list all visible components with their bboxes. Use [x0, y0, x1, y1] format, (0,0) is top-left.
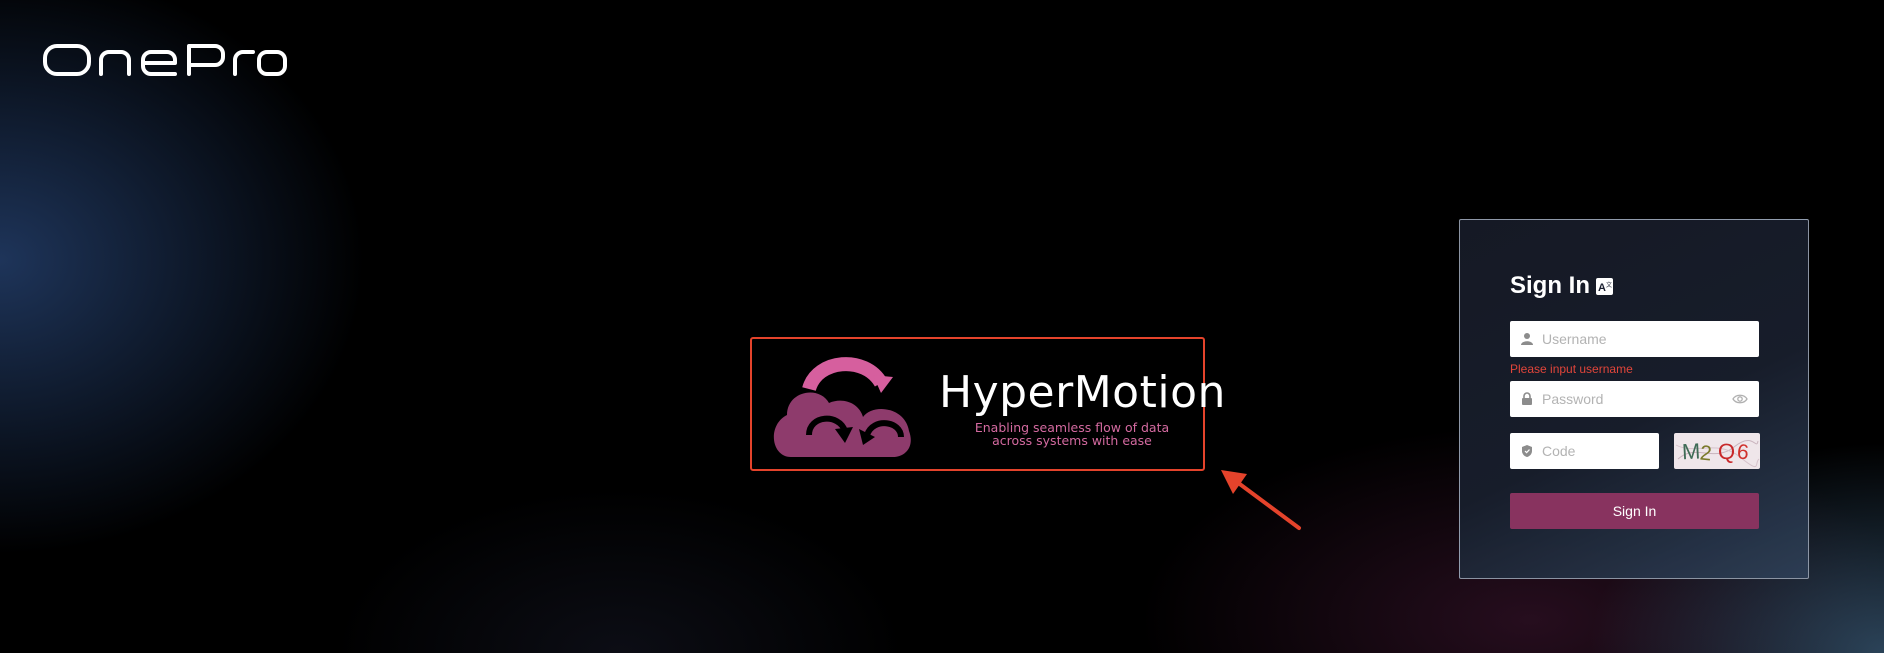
code-input[interactable] [1542, 433, 1652, 469]
translate-icon[interactable]: A 文 [1596, 278, 1613, 295]
svg-text:A: A [1598, 282, 1606, 294]
svg-text:Q: Q [1718, 439, 1736, 465]
username-error-message: Please input username [1510, 362, 1633, 376]
captcha-image[interactable]: M 2 Q 6 [1674, 433, 1760, 469]
onepro-logo [43, 42, 287, 78]
username-field[interactable] [1510, 321, 1759, 357]
annotation-arrow-icon [1221, 470, 1301, 530]
signin-button[interactable]: Sign In [1510, 493, 1759, 529]
login-card: Sign In A 文 Please input username [1459, 219, 1809, 579]
svg-text:文: 文 [1606, 281, 1612, 289]
svg-text:M: M [1681, 438, 1701, 464]
hypermotion-banner: HyperMotion Enabling seamless flow of da… [750, 337, 1225, 471]
code-field[interactable] [1510, 433, 1659, 469]
hypermotion-tagline: Enabling seamless flow of data across sy… [952, 421, 1192, 447]
hypermotion-title: HyperMotion [939, 367, 1226, 418]
username-input[interactable] [1542, 321, 1747, 357]
eye-icon[interactable] [1732, 393, 1748, 405]
svg-text:6: 6 [1736, 440, 1750, 464]
shield-icon [1522, 445, 1532, 457]
tagline-line-2: across systems with ease [992, 433, 1152, 448]
cloud-sync-icon [773, 357, 911, 457]
signin-title: Sign In [1510, 272, 1590, 299]
user-icon [1521, 333, 1533, 345]
lock-icon [1522, 392, 1532, 405]
password-field[interactable] [1510, 381, 1759, 417]
password-input[interactable] [1542, 381, 1722, 417]
svg-text:2: 2 [1699, 441, 1713, 465]
